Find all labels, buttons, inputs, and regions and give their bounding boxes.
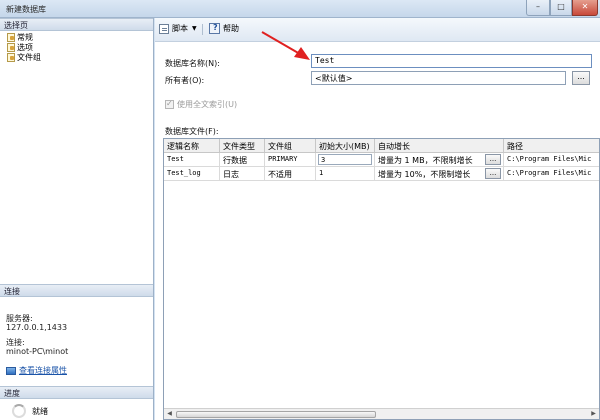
maximize-button[interactable]: □ bbox=[550, 0, 572, 16]
autogrowth-browse-button[interactable]: ... bbox=[485, 168, 501, 179]
owner-label: 所有者(O): bbox=[165, 76, 205, 85]
owner-input[interactable]: <默认值> bbox=[311, 71, 566, 85]
cell-logical-name[interactable]: Test_log bbox=[164, 167, 220, 181]
page-list: 常规 选项 文件组 bbox=[0, 32, 153, 62]
progress-status-label: 就绪 bbox=[32, 406, 48, 416]
cell-file-type[interactable]: 行数据 bbox=[220, 153, 265, 167]
cell-filegroup[interactable]: PRIMARY bbox=[265, 153, 316, 167]
col-header[interactable]: 文件组 bbox=[265, 139, 316, 153]
db-files-label: 数据库文件(F): bbox=[165, 127, 219, 136]
connection-label: 连接: bbox=[6, 338, 25, 347]
left-pane: 选择页 常规 选项 文件组 连接 服务器: 127.0.0.1,1433 连接:… bbox=[0, 18, 154, 420]
db-name-label: 数据库名称(N): bbox=[165, 59, 220, 68]
cell-filegroup[interactable]: 不适用 bbox=[265, 167, 316, 181]
cell-logical-name[interactable]: Test bbox=[164, 153, 220, 167]
checkbox-icon bbox=[165, 99, 174, 109]
cell-initial-size[interactable]: 3 bbox=[316, 153, 375, 167]
fulltext-label: 使用全文索引(U) bbox=[177, 100, 238, 109]
cell-file-type[interactable]: 日志 bbox=[220, 167, 265, 181]
page-icon bbox=[6, 33, 15, 42]
properties-icon bbox=[6, 366, 16, 375]
view-connection-properties-label: 查看连接属性 bbox=[19, 366, 67, 375]
table-row[interactable]: Test_log 日志 不适用 1 增量为 10%，不限制增长 ... C:\P… bbox=[164, 167, 599, 181]
autogrowth-value: 增量为 10%，不限制增长 bbox=[378, 170, 471, 179]
script-button[interactable]: 脚本 ▼ bbox=[159, 23, 197, 34]
horizontal-scrollbar[interactable]: ◀ ▶ bbox=[164, 408, 599, 419]
window-title: 新建数据库 bbox=[6, 5, 46, 14]
close-button[interactable]: ✕ bbox=[572, 0, 598, 16]
page-icon bbox=[6, 53, 15, 62]
section-select-page: 选择页 bbox=[0, 18, 153, 31]
col-header[interactable]: 路径 bbox=[504, 139, 599, 153]
table-row[interactable]: Test 行数据 PRIMARY 3 增量为 1 MB，不限制增长 ... C:… bbox=[164, 153, 599, 167]
title-bar: 新建数据库 – □ ✕ bbox=[0, 0, 600, 18]
owner-browse-button[interactable]: ... bbox=[572, 71, 590, 85]
script-icon bbox=[159, 23, 169, 34]
connection-value: minot-PC\minot bbox=[6, 347, 69, 356]
help-label: 帮助 bbox=[223, 24, 239, 33]
progress-status: 就绪 bbox=[6, 404, 48, 418]
fulltext-checkbox: 使用全文索引(U) bbox=[165, 99, 237, 110]
server-label: 服务器: bbox=[6, 314, 33, 323]
page-item-general[interactable]: 常规 bbox=[0, 32, 153, 42]
cell-autogrowth[interactable]: 增量为 1 MB，不限制增长 ... bbox=[375, 153, 504, 167]
help-button[interactable]: 帮助 bbox=[209, 23, 239, 34]
autogrowth-browse-button[interactable]: ... bbox=[485, 154, 501, 165]
help-icon bbox=[209, 23, 220, 34]
scroll-right-icon[interactable]: ▶ bbox=[588, 409, 599, 419]
cell-initial-size[interactable]: 1 bbox=[316, 167, 375, 181]
scrollbar-thumb[interactable] bbox=[176, 411, 376, 418]
cell-path[interactable]: C:\Program Files\Mic bbox=[504, 153, 599, 167]
script-label: 脚本 bbox=[172, 24, 188, 33]
toolbar: 脚本 ▼ 帮助 bbox=[155, 18, 600, 42]
db-name-input[interactable]: Test bbox=[311, 54, 592, 68]
minimize-button[interactable]: – bbox=[526, 0, 550, 16]
section-progress: 进度 bbox=[0, 386, 153, 399]
page-icon bbox=[6, 43, 15, 52]
section-connection: 连接 bbox=[0, 284, 153, 297]
cell-path[interactable]: C:\Program Files\Mic bbox=[504, 167, 599, 181]
db-files-grid[interactable]: 逻辑名称 文件类型 文件组 初始大小(MB) 自动增长 路径 Test 行数据 … bbox=[163, 138, 600, 420]
server-value: 127.0.0.1,1433 bbox=[6, 323, 68, 332]
view-connection-properties-link[interactable]: 查看连接属性 bbox=[6, 366, 151, 375]
toolbar-divider bbox=[202, 24, 203, 35]
col-header[interactable]: 自动增长 bbox=[375, 139, 504, 153]
col-header[interactable]: 文件类型 bbox=[220, 139, 265, 153]
connection-info: 服务器: 127.0.0.1,1433 连接: minot-PC\minot 查… bbox=[6, 314, 151, 375]
autogrowth-value: 增量为 1 MB，不限制增长 bbox=[378, 156, 473, 165]
col-header[interactable]: 逻辑名称 bbox=[164, 139, 220, 153]
initial-size-input[interactable]: 3 bbox=[318, 154, 372, 165]
progress-spinner-icon bbox=[12, 404, 26, 418]
page-item-options[interactable]: 选项 bbox=[0, 42, 153, 52]
main-pane: 脚本 ▼ 帮助 数据库名称(N): Test 所有者(O): <默认值> ...… bbox=[155, 18, 600, 420]
col-header[interactable]: 初始大小(MB) bbox=[316, 139, 375, 153]
cell-autogrowth[interactable]: 增量为 10%，不限制增长 ... bbox=[375, 167, 504, 181]
page-item-filegroups[interactable]: 文件组 bbox=[0, 52, 153, 62]
chevron-down-icon[interactable]: ▼ bbox=[192, 25, 197, 32]
page-item-label: 文件组 bbox=[17, 52, 41, 62]
scroll-left-icon[interactable]: ◀ bbox=[164, 409, 175, 419]
grid-header: 逻辑名称 文件类型 文件组 初始大小(MB) 自动增长 路径 bbox=[164, 139, 599, 153]
